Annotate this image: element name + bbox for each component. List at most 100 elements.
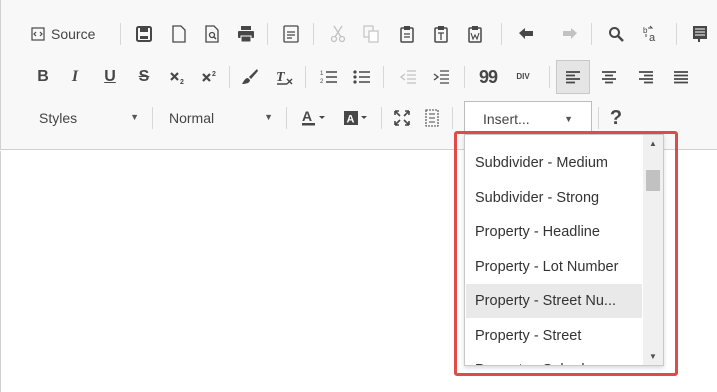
paste-button[interactable]	[392, 17, 422, 51]
paste-word-button[interactable]	[460, 17, 490, 51]
rich-text-editor: Source b a B I U S 2 2 T 1 2 99 DIV Styl…	[0, 0, 717, 392]
separator	[676, 23, 677, 45]
dropdown-scrollbar[interactable]: ▲ ▼	[643, 135, 663, 365]
dropdown-item-hovered[interactable]: Property - Street Nu...	[466, 284, 642, 318]
scroll-thumb[interactable]	[646, 170, 660, 191]
save-button[interactable]	[129, 17, 159, 51]
align-right-button[interactable]	[631, 60, 661, 94]
subscript-button[interactable]: 2	[166, 60, 190, 94]
help-icon: ?	[609, 106, 623, 129]
align-left-button[interactable]	[556, 60, 590, 94]
blockquote-icon: 99	[478, 66, 498, 87]
svg-text:2: 2	[212, 71, 216, 78]
separator	[598, 107, 599, 129]
paste-text-button[interactable]	[426, 17, 456, 51]
editor-toolbar: Source b a B I U S 2 2 T 1 2 99 DIV Styl…	[0, 0, 717, 150]
separator	[549, 66, 550, 88]
undo-icon	[518, 27, 536, 41]
redo-button[interactable]	[554, 17, 584, 51]
paste-icon	[399, 25, 415, 43]
background-color-icon: A	[343, 109, 369, 127]
bold-icon: B	[37, 68, 49, 85]
templates-button[interactable]	[276, 17, 306, 51]
undo-button[interactable]	[512, 17, 542, 51]
dropdown-item[interactable]: Property - Street	[466, 319, 642, 353]
paste-word-icon	[467, 25, 483, 43]
dropdown-item[interactable]: Property - Headline	[466, 215, 642, 249]
print-button[interactable]	[231, 17, 261, 51]
separator	[464, 66, 465, 88]
underline-button[interactable]: U	[98, 60, 122, 94]
toolbar-row-3: Styles ▼ Normal ▼ A A ?	[1, 101, 717, 135]
separator	[229, 66, 230, 88]
outdent-button[interactable]	[393, 60, 423, 94]
superscript-button[interactable]: 2	[198, 60, 222, 94]
strike-icon: S	[138, 68, 150, 85]
new-page-button[interactable]	[164, 17, 194, 51]
separator	[452, 107, 453, 129]
align-justify-button[interactable]	[666, 60, 696, 94]
separator	[381, 107, 382, 129]
indent-icon	[432, 69, 450, 85]
dropdown-item[interactable]: Property - Lot Number	[466, 250, 642, 284]
help-button[interactable]: ?	[601, 101, 631, 135]
bulleted-list-icon	[353, 69, 371, 85]
background-color-button[interactable]: A	[338, 101, 374, 135]
insert-label: Insert...	[483, 111, 530, 127]
align-left-icon	[565, 70, 581, 84]
source-button[interactable]: Source	[31, 17, 115, 51]
format-label: Normal	[169, 110, 215, 126]
svg-text:2: 2	[180, 79, 184, 85]
dropdown-item[interactable]: Subdivider - Medium	[466, 146, 642, 180]
scroll-up-icon[interactable]: ▲	[643, 135, 663, 152]
source-icon	[31, 27, 45, 41]
format-combo[interactable]: Normal ▼	[161, 101, 279, 135]
blockquote-button[interactable]: 99	[471, 60, 505, 94]
create-div-icon: DIV	[516, 72, 530, 81]
scroll-down-icon[interactable]: ▼	[643, 348, 663, 365]
dropdown-item[interactable]: Subdivider - Strong	[466, 181, 642, 215]
select-all-icon	[692, 25, 708, 43]
outdent-icon	[399, 69, 417, 85]
text-color-button[interactable]: A	[294, 101, 334, 135]
copy-button[interactable]	[356, 17, 386, 51]
show-blocks-icon	[424, 109, 440, 127]
copy-icon	[363, 25, 379, 43]
cut-button[interactable]	[323, 17, 353, 51]
toolbar-row-1: Source b a	[1, 17, 717, 51]
bulleted-list-button[interactable]	[347, 60, 377, 94]
maximize-button[interactable]	[389, 101, 415, 135]
bold-button[interactable]: B	[31, 60, 55, 94]
svg-text:T: T	[276, 70, 286, 85]
insert-combo[interactable]: Insert... ▼	[464, 101, 592, 135]
italic-button[interactable]: I	[63, 60, 87, 94]
replace-button[interactable]: ba	[636, 17, 666, 51]
svg-text:a: a	[649, 32, 656, 43]
chevron-down-icon: ▼	[264, 112, 273, 122]
numbered-list-button[interactable]: 12	[314, 60, 344, 94]
styles-combo[interactable]: Styles ▼	[31, 101, 145, 135]
separator	[286, 107, 287, 129]
source-label: Source	[51, 26, 96, 42]
text-color-icon: A	[301, 109, 327, 127]
preview-button[interactable]	[197, 17, 227, 51]
copy-formatting-button[interactable]	[235, 60, 265, 94]
separator	[152, 107, 153, 129]
align-center-button[interactable]	[594, 60, 624, 94]
align-justify-icon	[673, 70, 689, 84]
show-blocks-button[interactable]	[419, 101, 445, 135]
separator	[383, 66, 384, 88]
find-button[interactable]	[601, 17, 631, 51]
indent-button[interactable]	[426, 60, 456, 94]
dropdown-item[interactable]: Property - Suburb	[466, 353, 642, 365]
separator	[267, 23, 268, 45]
svg-text:A: A	[302, 109, 312, 124]
strike-button[interactable]: S	[132, 60, 156, 94]
find-icon	[608, 26, 624, 42]
italic-icon: I	[71, 68, 79, 85]
select-all-button[interactable]	[685, 17, 715, 51]
create-div-button[interactable]: DIV	[508, 60, 538, 94]
numbered-list-icon: 12	[320, 69, 338, 85]
remove-format-icon: T	[275, 68, 293, 86]
remove-format-button[interactable]: T	[269, 60, 299, 94]
